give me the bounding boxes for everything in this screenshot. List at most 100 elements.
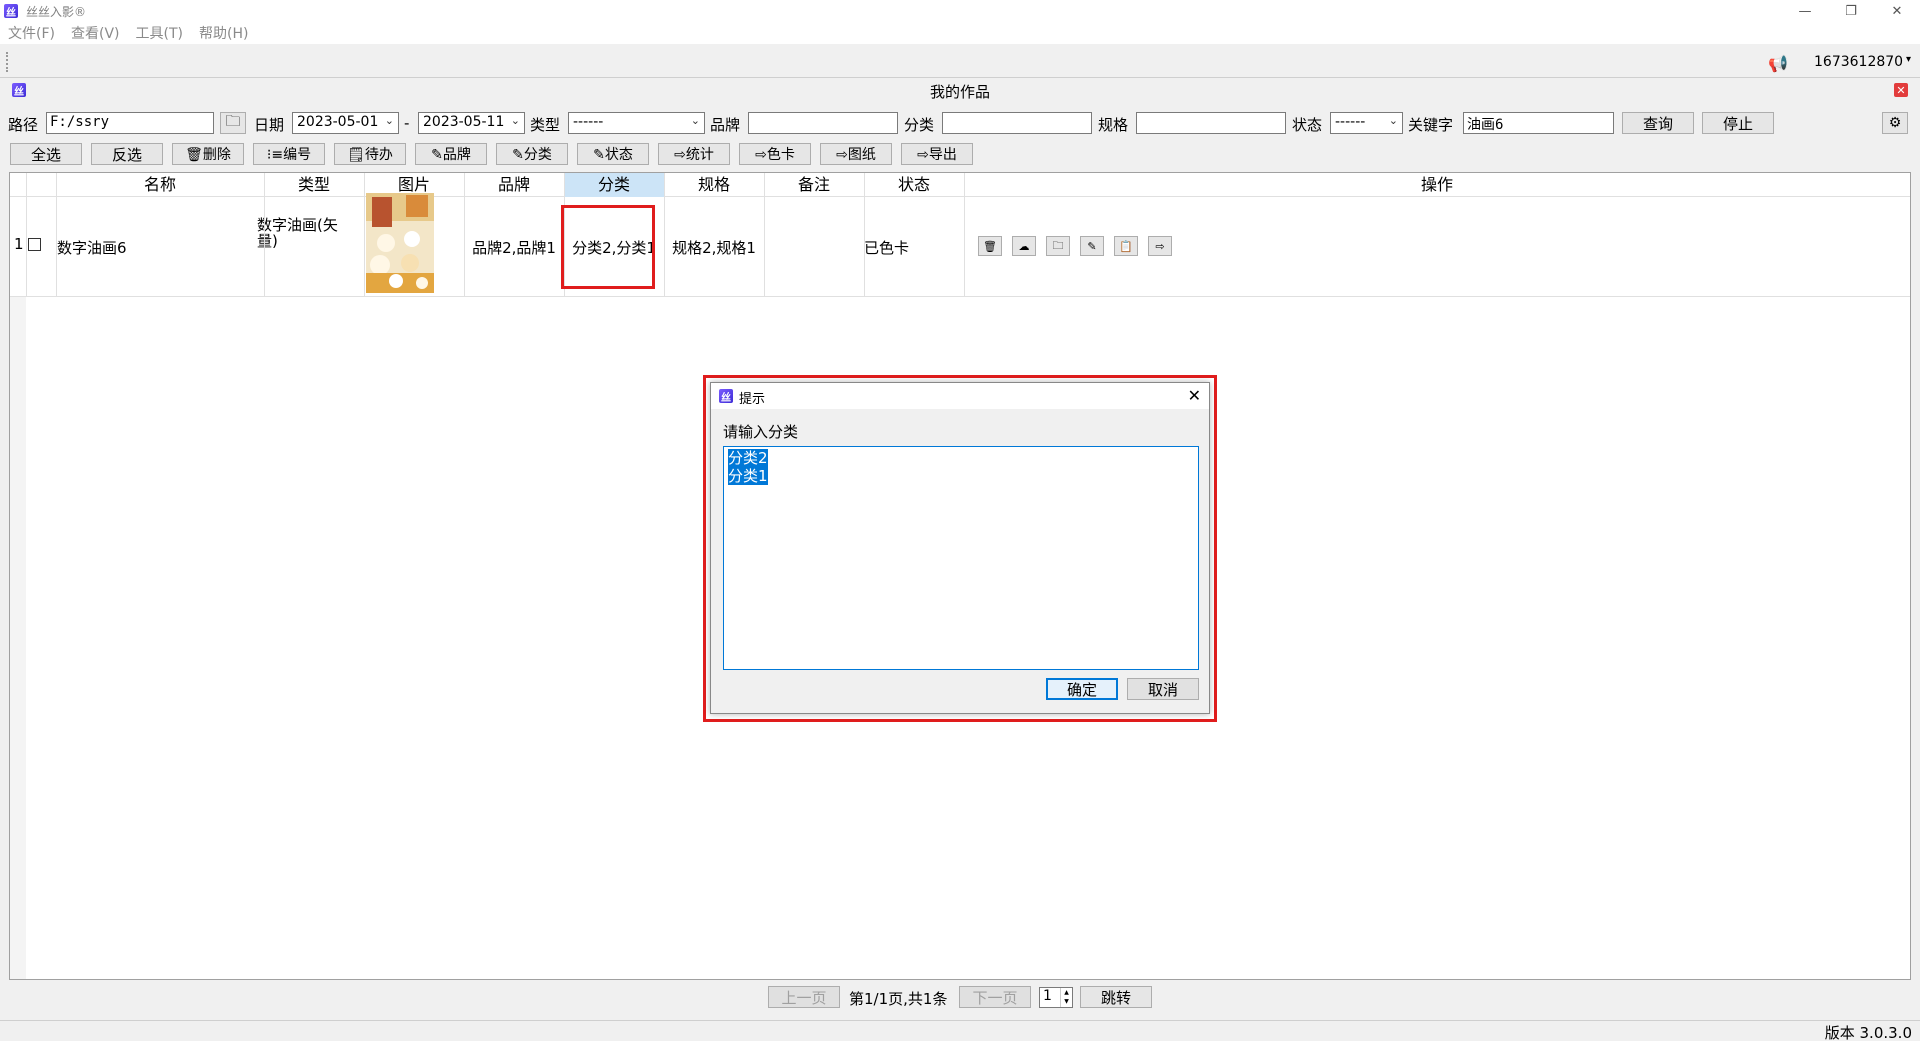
menu-help[interactable]: 帮助(H) (199, 23, 248, 43)
edit-category-button[interactable]: ✎分类 (496, 143, 568, 165)
folder-icon[interactable]: 🗀 (1046, 236, 1070, 256)
header-status[interactable]: 状态 (864, 173, 964, 197)
spec-input[interactable] (1136, 112, 1286, 134)
page-number-value: 1 (1043, 988, 1052, 1004)
category-label: 分类 (904, 116, 935, 134)
delete-button[interactable]: 🗑删除 (172, 143, 244, 165)
header-type[interactable]: 类型 (264, 173, 364, 197)
date-end-picker[interactable]: 2023-05-11 ⌄ (418, 112, 525, 134)
type-select[interactable]: ------ ⌄ (568, 112, 705, 134)
category-textarea[interactable]: 分类2 分类1 (723, 446, 1199, 670)
row-checkbox[interactable] (28, 238, 41, 251)
folder-icon: 🗀 (225, 111, 241, 130)
prev-page-button[interactable]: 上一页 (768, 986, 840, 1008)
restore-button[interactable]: ❐ (1828, 0, 1874, 22)
next-page-button[interactable]: 下一页 (959, 986, 1031, 1008)
export-button[interactable]: ⇨导出 (901, 143, 973, 165)
table-row[interactable]: 1 数字油画6 数字油画(矢量) 品牌2,品牌1 分类2,分类1 规格2,规格1… (10, 197, 1910, 297)
page-number-stepper[interactable]: 1 ▲ ▼ (1039, 987, 1073, 1008)
status-label: 状态 (1292, 116, 1323, 134)
column-divider (864, 173, 865, 297)
table-header: 名称 类型 图片 品牌 分类 规格 备注 状态 操作 (10, 173, 1910, 197)
menu-file[interactable]: 文件(F) (8, 23, 55, 43)
cell-brand[interactable]: 品牌2,品牌1 (464, 237, 564, 258)
date-start-picker[interactable]: 2023-05-01 ⌄ (292, 112, 399, 134)
cancel-button[interactable]: 取消 (1127, 678, 1199, 700)
column-divider (964, 173, 965, 297)
category-input-dialog: 丝 提示 ✕ 请输入分类 分类2 分类1 确定 取消 (710, 382, 1210, 714)
jump-button[interactable]: 跳转 (1080, 986, 1152, 1008)
dialog-titlebar: 丝 提示 ✕ (711, 383, 1209, 409)
date-label: 日期 (254, 116, 285, 134)
chevron-down-icon[interactable]: ▾ (1906, 54, 1911, 65)
category-cell-highlight (561, 205, 655, 289)
status-bar: 版本 3.0.3.0 (0, 1020, 1920, 1041)
menu-view[interactable]: 查看(V) (71, 23, 120, 43)
numbering-button[interactable]: ⁝≡编号 (253, 143, 325, 165)
select-all-button[interactable]: 全选 (10, 143, 82, 165)
edit-icon[interactable]: ✎ (1080, 236, 1104, 256)
chevron-down-icon: ⌄ (384, 114, 394, 127)
header-note[interactable]: 备注 (764, 173, 864, 197)
menu-bar: 文件(F) 查看(V) 工具(T) 帮助(H) (0, 22, 1920, 44)
color-card-button[interactable]: ⇨色卡 (739, 143, 811, 165)
minimize-button[interactable]: — (1782, 0, 1828, 22)
close-window-button[interactable]: ✕ (1874, 0, 1920, 22)
status-select[interactable]: ------ ⌄ (1330, 112, 1403, 134)
app-title: 丝丝入影® (26, 4, 87, 19)
megaphone-icon[interactable]: 📢 (1768, 54, 1788, 73)
column-divider (26, 173, 27, 297)
cell-name[interactable]: 数字油画6 (57, 237, 127, 258)
pagination: 上一页 第1/1页,共1条 下一页 1 ▲ ▼ 跳转 (0, 986, 1920, 1010)
stepper-arrows-icon[interactable]: ▲ ▼ (1060, 988, 1072, 1007)
filter-row: 路径 F:/ssry 🗀 日期 2023-05-01 ⌄ - 2023-05-11… (0, 110, 1920, 138)
edit-status-button[interactable]: ✎状态 (577, 143, 649, 165)
browse-folder-button[interactable]: 🗀 (220, 112, 246, 134)
path-input[interactable]: F:/ssry (46, 112, 214, 134)
subwindow-header: 丝 我的作品 ✕ (6, 80, 1914, 101)
export-icon[interactable]: ⇨ (1148, 236, 1172, 256)
settings-button[interactable]: ⚙ (1882, 112, 1908, 134)
header-name[interactable]: 名称 (56, 173, 264, 197)
category-input[interactable] (942, 112, 1092, 134)
invert-selection-button[interactable]: 反选 (91, 143, 163, 165)
header-category[interactable]: 分类 (564, 173, 664, 197)
date-start-value: 2023-05-01 (297, 114, 379, 130)
chevron-down-icon: ⌄ (1388, 114, 1398, 127)
menu-tools[interactable]: 工具(T) (136, 23, 183, 43)
account-id[interactable]: 1673612870 (1814, 54, 1903, 70)
stop-button[interactable]: 停止 (1702, 112, 1774, 134)
subwindow-close-icon[interactable]: ✕ (1894, 83, 1908, 97)
edit-brand-button[interactable]: ✎品牌 (415, 143, 487, 165)
header-actions[interactable]: 操作 (964, 173, 1910, 197)
page-info: 第1/1页,共1条 (849, 990, 948, 1008)
ok-button[interactable]: 确定 (1046, 678, 1118, 700)
dialog-prompt: 请输入分类 (723, 423, 799, 441)
cell-type[interactable]: 数字油画(矢量) (257, 217, 353, 249)
header-brand[interactable]: 品牌 (464, 173, 564, 197)
action-toolbar: 全选 反选 🗑删除 ⁝≡编号 🗒待办 ✎品牌 ✎分类 ✎状态 ⇨统计 ⇨色卡 ⇨… (0, 142, 1920, 168)
query-button[interactable]: 查询 (1622, 112, 1694, 134)
drawing-button[interactable]: ⇨图纸 (820, 143, 892, 165)
window-controls: — ❐ ✕ (1782, 0, 1920, 22)
close-icon[interactable]: ✕ (1188, 386, 1201, 405)
toolbar-grip[interactable] (6, 52, 9, 72)
cell-status[interactable]: 已色卡 (864, 237, 964, 258)
artwork-thumbnail[interactable] (366, 193, 434, 293)
keyword-input[interactable]: 油画6 (1463, 112, 1614, 134)
trash-icon[interactable]: 🗑 (978, 236, 1002, 256)
clipboard-icon[interactable]: 📋 (1114, 236, 1138, 256)
column-divider (364, 173, 365, 297)
statistics-button[interactable]: ⇨统计 (658, 143, 730, 165)
cell-spec[interactable]: 规格2,规格1 (664, 237, 764, 258)
brand-input[interactable] (748, 112, 898, 134)
status-select-value: ------ (1335, 114, 1366, 130)
column-divider (664, 173, 665, 297)
path-label: 路径 (8, 116, 39, 134)
column-divider (264, 173, 265, 297)
todo-button[interactable]: 🗒待办 (334, 143, 406, 165)
header-spec[interactable]: 规格 (664, 173, 764, 197)
cloud-icon[interactable]: ☁ (1012, 236, 1036, 256)
date-end-value: 2023-05-11 (423, 114, 505, 130)
gear-icon: ⚙ (1888, 115, 1902, 131)
